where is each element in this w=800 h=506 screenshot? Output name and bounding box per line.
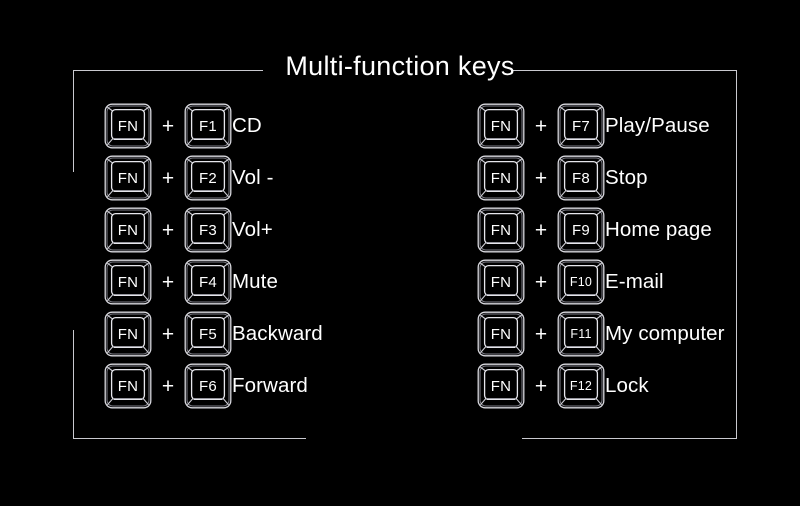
keycap-label: FN	[490, 221, 512, 239]
shortcut-function-label: E-mail	[605, 269, 664, 293]
plus-icon: +	[534, 270, 548, 294]
keycap-modifier-fn[interactable]: FN	[104, 103, 152, 149]
keycap-modifier-fn[interactable]: FN	[104, 155, 152, 201]
frame-border-right	[736, 70, 737, 439]
frame-border-left-lower	[73, 330, 74, 439]
plus-icon: +	[534, 322, 548, 346]
keycap-label: F11	[570, 326, 592, 341]
shortcut-function-label: Vol -	[232, 165, 274, 189]
keycap-label: FN	[117, 221, 139, 239]
shortcut-row: FN + F8 Stop	[477, 152, 725, 204]
frame-border-bottom-right	[522, 438, 737, 439]
keycap-label: F12	[569, 378, 593, 393]
plus-icon: +	[161, 322, 175, 346]
keycap-label: FN	[117, 117, 139, 135]
plus-icon: +	[534, 218, 548, 242]
keycap-label: FN	[117, 169, 139, 187]
keycap-label: FN	[490, 273, 512, 291]
keycap-label: FN	[490, 169, 512, 187]
keycap-label: FN	[490, 325, 512, 343]
shortcut-function-label: Vol+	[232, 217, 273, 241]
frame-border-bottom-left	[73, 438, 306, 439]
shortcut-column-right: FN + F7 Play/Pause FN + F8 Stop FN + F9 Home page FN…	[477, 100, 725, 412]
shortcut-function-label: Mute	[232, 269, 278, 293]
keycap-label: F3	[199, 221, 217, 239]
keycap-label: F7	[572, 117, 590, 135]
plus-icon: +	[534, 166, 548, 190]
plus-icon: +	[161, 114, 175, 138]
keycap-label: F4	[199, 273, 217, 291]
keycap-label: F2	[199, 169, 217, 187]
frame-border-left-upper	[73, 70, 74, 172]
shortcut-row: FN + F3 Vol+	[104, 204, 323, 256]
keycap-modifier-fn[interactable]: FN	[104, 259, 152, 305]
shortcut-function-label: My computer	[605, 321, 725, 345]
plus-icon: +	[161, 270, 175, 294]
keycap-function-f10[interactable]: F10	[557, 259, 605, 305]
keycap-function-f9[interactable]: F9	[557, 207, 605, 253]
keycap-function-f1[interactable]: F1	[184, 103, 232, 149]
keycap-function-f5[interactable]: F5	[184, 311, 232, 357]
keycap-label: FN	[117, 325, 139, 343]
shortcut-row: FN + F1 CD	[104, 100, 323, 152]
shortcut-row: FN + F9 Home page	[477, 204, 725, 256]
shortcut-row: FN + F4 Mute	[104, 256, 323, 308]
keycap-function-f6[interactable]: F6	[184, 363, 232, 409]
keycap-modifier-fn[interactable]: FN	[104, 207, 152, 253]
keycap-modifier-fn[interactable]: FN	[477, 103, 525, 149]
keycap-modifier-fn[interactable]: FN	[477, 363, 525, 409]
keycap-modifier-fn[interactable]: FN	[477, 311, 525, 357]
keycap-label: FN	[117, 273, 139, 291]
plus-icon: +	[534, 374, 548, 398]
keycap-label: FN	[490, 377, 512, 395]
keycap-label: F9	[572, 221, 590, 239]
keycap-label: F1	[199, 117, 217, 135]
keycap-function-f11[interactable]: F11	[557, 311, 605, 357]
shortcut-column-left: FN + F1 CD FN + F2 Vol - FN + F3 Vol+ FN + F4 Mute FN + F5…	[104, 100, 323, 412]
shortcut-row: FN + F7 Play/Pause	[477, 100, 725, 152]
keycap-function-f7[interactable]: F7	[557, 103, 605, 149]
keycap-label: FN	[117, 377, 139, 395]
keycap-function-f4[interactable]: F4	[184, 259, 232, 305]
keycap-function-f12[interactable]: F12	[557, 363, 605, 409]
keycap-label: F6	[199, 377, 217, 395]
keycap-modifier-fn[interactable]: FN	[477, 259, 525, 305]
keycap-function-f2[interactable]: F2	[184, 155, 232, 201]
shortcut-row: FN + F12 Lock	[477, 360, 725, 412]
plus-icon: +	[161, 374, 175, 398]
shortcut-row: FN + F11 My computer	[477, 308, 725, 360]
plus-icon: +	[161, 218, 175, 242]
keycap-label: F10	[569, 274, 593, 289]
multi-function-keys-panel: Multi-function keys FN + F1 CD FN + F2 Vol - FN +…	[0, 0, 800, 506]
keycap-modifier-fn[interactable]: FN	[104, 311, 152, 357]
shortcut-function-label: Backward	[232, 321, 323, 345]
keycap-label: F5	[199, 325, 217, 343]
shortcut-row: FN + F2 Vol -	[104, 152, 323, 204]
shortcut-function-label: Play/Pause	[605, 113, 710, 137]
shortcut-row: FN + F6 Forward	[104, 360, 323, 412]
keycap-modifier-fn[interactable]: FN	[477, 155, 525, 201]
keycap-modifier-fn[interactable]: FN	[104, 363, 152, 409]
keycap-function-f3[interactable]: F3	[184, 207, 232, 253]
shortcut-row: FN + F10 E-mail	[477, 256, 725, 308]
plus-icon: +	[161, 166, 175, 190]
shortcut-function-label: Stop	[605, 165, 648, 189]
page-title: Multi-function keys	[285, 51, 515, 81]
keycap-label: FN	[490, 117, 512, 135]
shortcut-function-label: Forward	[232, 373, 308, 397]
keycap-modifier-fn[interactable]: FN	[477, 207, 525, 253]
shortcut-function-label: Home page	[605, 217, 712, 241]
keycap-function-f8[interactable]: F8	[557, 155, 605, 201]
keycap-label: F8	[572, 169, 590, 187]
shortcut-row: FN + F5 Backward	[104, 308, 323, 360]
shortcut-function-label: Lock	[605, 373, 649, 397]
shortcut-function-label: CD	[232, 113, 262, 137]
plus-icon: +	[534, 114, 548, 138]
